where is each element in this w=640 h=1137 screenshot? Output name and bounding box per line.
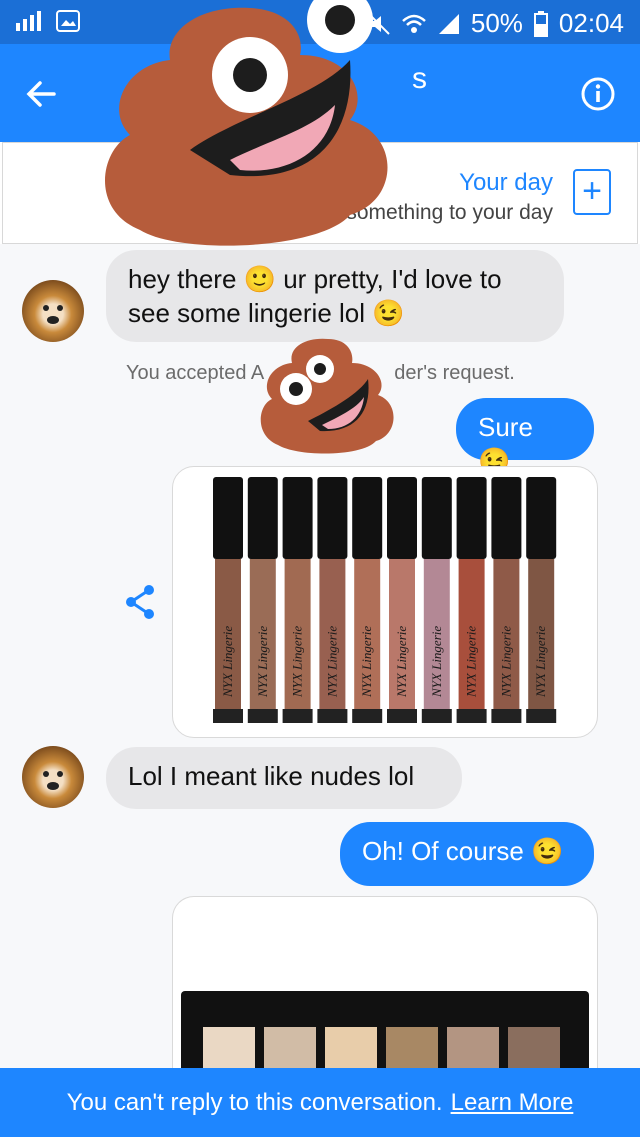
lipstick-tube: NYX Lingerie [282,477,313,723]
back-arrow-icon[interactable] [22,74,62,114]
battery-icon [533,10,548,37]
cell-signal-icon [438,13,459,34]
lipstick-tube: NYX Lingerie [247,477,278,723]
share-icon[interactable] [122,582,158,622]
clock: 02:04 [558,8,624,38]
lipstick-label: NYX Lingerie [359,626,374,698]
message-bubble-outgoing[interactable]: Oh! Of course 😉 [340,822,594,886]
lipstick-tube: NYX Lingerie [526,477,557,723]
dog-face-icon [43,771,63,790]
palette-image [181,991,589,1097]
message-text: hey there 🙂 ur pretty, I'd love to see s… [128,264,502,328]
lipstick-tube: NYX Lingerie [317,477,348,723]
lipstick-tube: NYX Lingerie [491,477,522,723]
learn-more-link[interactable]: Learn More [451,1089,574,1117]
status-left [16,10,80,32]
system-text-right: der's request. [394,362,515,384]
lipstick-label: NYX Lingerie [255,626,270,698]
lipstick-label: NYX Lingerie [394,626,409,698]
lipstick-label: NYX Lingerie [429,626,444,698]
lipstick-label: NYX Lingerie [290,626,305,698]
poop-emoji-sticker-small [260,338,394,454]
battery-percent: 50% [470,8,523,38]
message-bubble-incoming[interactable]: Lol I meant like nudes lol [106,747,462,809]
message-text: Oh! Of course 😉 [362,836,564,866]
poop-emoji-sticker-large [105,0,388,246]
lipstick-image: NYX Lingerie NYX Lingerie NYX Lingerie NYX … [213,477,557,723]
lipstick-tube: NYX Lingerie [387,477,417,723]
avatar[interactable] [22,746,84,808]
your-day-title: Your day [459,169,553,196]
lipstick-label: NYX Lingerie [324,626,339,698]
dog-face-icon [43,305,63,324]
lipstick-tube: NYX Lingerie [352,477,383,723]
message-bubble-outgoing[interactable]: Sure 😉 [456,398,594,476]
message-bubble-incoming[interactable]: hey there 🙂 ur pretty, I'd love to see s… [106,250,564,342]
lipstick-tube: NYX Lingerie [421,477,452,723]
message-text: Lol I meant like nudes lol [128,761,415,791]
image-attachment-lipsticks[interactable]: NYX Lingerie NYX Lingerie NYX Lingerie NYX … [172,466,598,738]
image-attachment-palette[interactable] [172,896,598,1097]
system-text-left: You accepted A [126,362,265,384]
info-icon[interactable] [580,76,616,112]
conversation-title: s [412,62,427,95]
wifi-icon [402,14,426,33]
lipstick-label: NYX Lingerie [533,626,548,698]
lipstick-label: NYX Lingerie [464,626,479,698]
lipstick-label: NYX Lingerie [220,626,235,698]
avatar[interactable] [22,280,84,342]
lipstick-tube: NYX Lingerie [456,477,487,723]
lipstick-tube: NYX Lingerie [213,477,243,723]
cannot-reply-bar: You can't reply to this conversation. Le… [0,1068,640,1137]
add-your-day-button[interactable]: + [573,169,611,215]
signal-icon [16,11,41,31]
gallery-icon [56,10,80,32]
lipstick-label: NYX Lingerie [498,626,513,698]
status-right: 50% 02:04 [367,8,624,39]
footer-text: You can't reply to this conversation. [66,1088,443,1116]
